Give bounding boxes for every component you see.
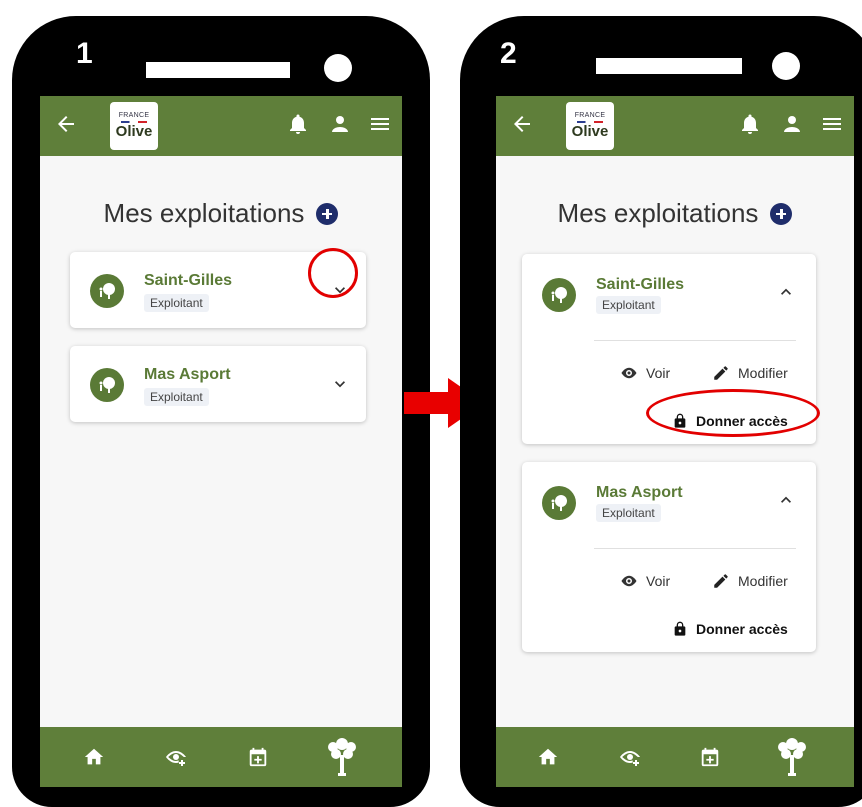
view-label: Voir <box>646 365 671 381</box>
user-icon[interactable] <box>328 112 352 136</box>
phone-speaker <box>596 58 742 74</box>
farm-name: Mas Asport <box>144 366 231 383</box>
give-access-button[interactable]: Donner accès <box>672 620 788 638</box>
farm-role-badge: Exploitant <box>596 296 661 314</box>
farm-role-badge: Exploitant <box>144 388 209 406</box>
menu-icon[interactable] <box>368 112 392 136</box>
observation-tab[interactable] <box>160 741 192 773</box>
user-icon[interactable] <box>780 112 804 136</box>
phone-camera <box>772 52 800 80</box>
back-arrow-icon[interactable] <box>54 112 78 136</box>
edit-label: Modifier <box>738 573 788 589</box>
farm-card-expanded[interactable]: Mas Asport Exploitant Voir Modifier Donn… <box>522 462 816 652</box>
bell-icon[interactable] <box>286 112 310 136</box>
farm-card[interactable]: Mas Asport Exploitant <box>70 346 366 422</box>
calendar-plus-icon <box>701 747 719 767</box>
chevron-up-icon[interactable] <box>776 282 796 302</box>
view-label: Voir <box>646 573 671 589</box>
phone-speaker <box>146 62 290 78</box>
calendar-plus-icon <box>249 747 267 767</box>
tree-person-icon <box>99 283 115 299</box>
highlight-circle-chevron <box>308 248 358 298</box>
add-farm-button[interactable] <box>770 202 793 225</box>
card-divider <box>594 340 796 341</box>
farm-avatar <box>90 368 124 402</box>
tree-person-icon <box>551 495 567 511</box>
eye-icon <box>621 575 637 587</box>
card-divider <box>594 548 796 549</box>
farm-avatar <box>90 274 124 308</box>
app-header: FRANCE Olive <box>496 96 854 156</box>
give-access-label: Donner accès <box>696 621 788 637</box>
calendar-tab[interactable] <box>694 741 726 773</box>
chevron-down-icon[interactable] <box>330 374 350 394</box>
trees-tab[interactable] <box>772 735 812 779</box>
page-title-row: Mes exploitations <box>496 198 854 229</box>
farm-role-badge: Exploitant <box>144 294 209 312</box>
view-button[interactable]: Voir <box>620 572 670 590</box>
page-title-row: Mes exploitations <box>40 198 402 229</box>
farm-avatar <box>542 278 576 312</box>
phone-frame-step-2: 2 FRANCE Olive Mes exploitations Saint-G… <box>460 16 862 807</box>
home-tab[interactable] <box>78 741 110 773</box>
menu-icon[interactable] <box>820 112 844 136</box>
home-tab[interactable] <box>532 741 564 773</box>
add-farm-button[interactable] <box>316 202 339 225</box>
home-icon <box>538 748 558 765</box>
logo-top-text: FRANCE <box>574 112 606 119</box>
bottom-navigation <box>496 727 854 787</box>
edit-label: Modifier <box>738 365 788 381</box>
lock-icon <box>674 621 686 636</box>
france-olive-logo[interactable]: FRANCE Olive <box>566 102 614 150</box>
page-title: Mes exploitations <box>557 198 759 228</box>
step-number: 1 <box>76 37 93 70</box>
farm-name: Mas Asport <box>596 484 683 501</box>
page-title: Mes exploitations <box>103 198 305 228</box>
chevron-up-icon[interactable] <box>776 490 796 510</box>
eye-plus-icon <box>620 751 641 766</box>
phone-camera <box>324 54 352 82</box>
pencil-icon <box>714 574 728 588</box>
farm-role-badge: Exploitant <box>596 504 661 522</box>
tree-person-icon <box>551 287 567 303</box>
edit-button[interactable]: Modifier <box>712 572 788 590</box>
observation-tab[interactable] <box>614 741 646 773</box>
app-screen: FRANCE Olive Mes exploitations Saint-Gil… <box>40 96 402 787</box>
logo-main-text: Olive <box>115 123 153 140</box>
farm-name: Saint-Gilles <box>144 272 233 289</box>
app-screen: FRANCE Olive Mes exploitations Saint-Gil… <box>496 96 854 787</box>
olive-tree-icon <box>328 738 356 776</box>
logo-main-text: Olive <box>571 123 609 140</box>
highlight-ellipse-give-access <box>646 389 820 437</box>
app-header: FRANCE Olive <box>40 96 402 156</box>
home-icon <box>84 748 104 765</box>
farm-avatar <box>542 486 576 520</box>
olive-tree-icon <box>778 738 806 776</box>
france-olive-logo[interactable]: FRANCE Olive <box>110 102 158 150</box>
farm-name: Saint-Gilles <box>596 276 685 293</box>
eye-icon <box>621 367 637 379</box>
view-button[interactable]: Voir <box>620 364 670 382</box>
tree-person-icon <box>99 377 115 393</box>
calendar-tab[interactable] <box>242 741 274 773</box>
step-number: 2 <box>500 37 517 70</box>
pencil-icon <box>714 366 728 380</box>
trees-tab[interactable] <box>322 735 362 779</box>
bottom-navigation <box>40 727 402 787</box>
back-arrow-icon[interactable] <box>510 112 534 136</box>
bell-icon[interactable] <box>738 112 762 136</box>
edit-button[interactable]: Modifier <box>712 364 788 382</box>
eye-plus-icon <box>166 751 187 766</box>
phone-frame-step-1: 1 FRANCE Olive Mes exploitations Saint-G… <box>12 16 430 807</box>
logo-top-text: FRANCE <box>118 112 150 119</box>
